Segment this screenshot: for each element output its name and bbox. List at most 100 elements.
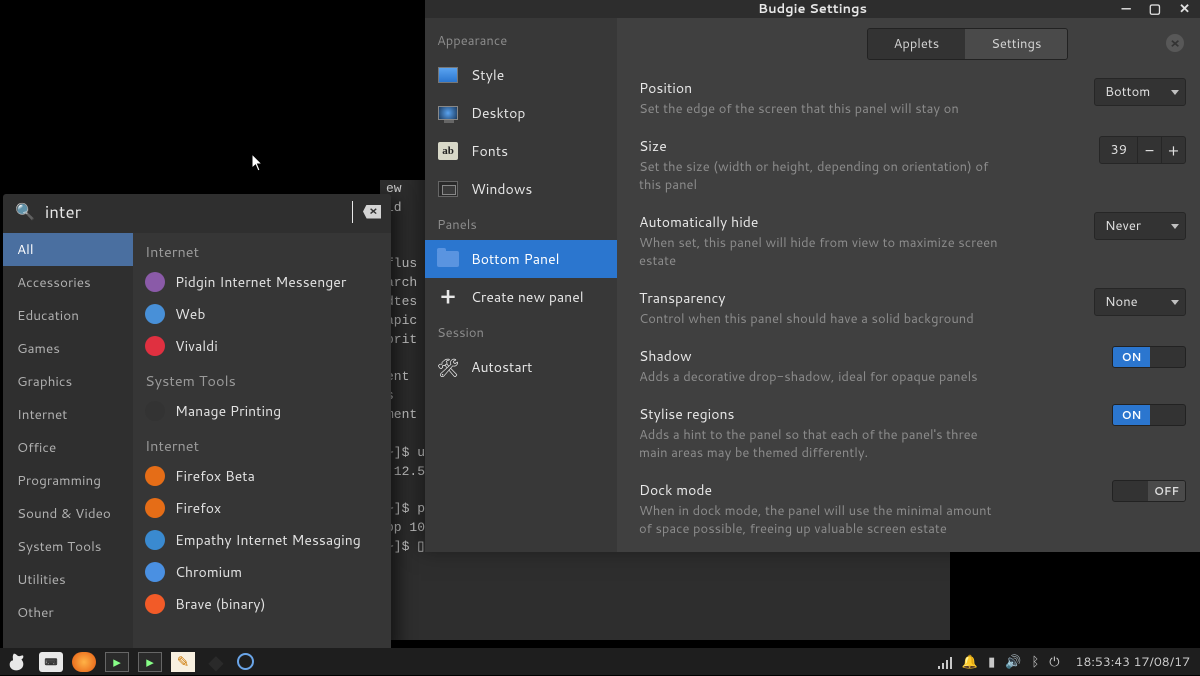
monitor-icon xyxy=(438,106,458,120)
category-list: AllAccessoriesEducationGamesGraphicsInte… xyxy=(3,233,133,650)
category-item[interactable]: Accessories xyxy=(3,266,133,299)
search-icon: 🔍 xyxy=(15,200,35,223)
taskbar-editor-icon[interactable]: ✎ xyxy=(171,652,195,672)
result-item[interactable]: Vivaldi xyxy=(133,330,391,362)
maximize-button[interactable]: ▢ xyxy=(1149,0,1161,18)
folder-icon xyxy=(437,251,459,267)
result-item[interactable]: Brave (binary) xyxy=(133,588,391,620)
dock-toggle[interactable]: ONOFF xyxy=(1112,480,1186,502)
size-increment[interactable]: + xyxy=(1161,137,1185,163)
cursor-icon xyxy=(251,153,265,173)
sidebar-item-fonts[interactable]: abFonts xyxy=(425,132,617,170)
category-item[interactable]: Programming xyxy=(3,464,133,497)
results-section-header: System Tools xyxy=(133,362,391,395)
row-stylise: Stylise regionsAdds a hint to the panel … xyxy=(639,404,1186,462)
taskbar-firefox-icon[interactable] xyxy=(72,652,96,672)
results-list: Internet Pidgin Internet Messenger Web Viva… xyxy=(133,233,391,650)
app-icon xyxy=(145,530,165,550)
sidebar-item-desktop[interactable]: Desktop xyxy=(425,94,617,132)
taskbar-terminal2-icon[interactable]: ▸ xyxy=(138,652,162,672)
results-section-header: Internet xyxy=(133,427,391,460)
row-dock: Dock modeWhen in dock mode, the panel wi… xyxy=(639,480,1186,538)
app-icon xyxy=(145,594,165,614)
result-label: Brave (binary) xyxy=(175,594,266,614)
taskbar-chromium-icon[interactable] xyxy=(237,653,254,670)
tab-applets[interactable]: Applets xyxy=(868,29,966,59)
category-item[interactable]: Education xyxy=(3,299,133,332)
volume-icon[interactable]: 🔊 xyxy=(1005,653,1021,671)
result-label: Manage Printing xyxy=(175,401,281,421)
result-label: Chromium xyxy=(175,562,242,582)
windows-icon xyxy=(438,181,458,197)
result-label: Web xyxy=(175,304,205,324)
size-decrement[interactable]: − xyxy=(1137,137,1161,163)
settings-main: Applets Settings × PositionSet the edge … xyxy=(617,18,1200,552)
row-position: PositionSet the edge of the screen that … xyxy=(639,78,1186,118)
autohide-combo[interactable]: Never xyxy=(1094,212,1186,240)
result-label: Pidgin Internet Messenger xyxy=(175,272,346,292)
tools-icon: 🛠 xyxy=(437,356,459,378)
position-combo[interactable]: Bottom xyxy=(1094,78,1186,106)
minimize-button[interactable]: — xyxy=(1121,0,1130,18)
result-item[interactable]: Pidgin Internet Messenger xyxy=(133,266,391,298)
sidebar-item-windows[interactable]: Windows xyxy=(425,170,617,208)
power-icon[interactable]: ⏻ xyxy=(1049,653,1059,671)
category-item[interactable]: System Tools xyxy=(3,530,133,563)
plus-icon: + xyxy=(437,286,459,308)
taskbar: ⌨ ▸ ▸ ✎ ◆ 🔔 ▮ 🔊 ᛒ ⏻ 18:53:43 17/08/17 xyxy=(0,648,1200,675)
category-item[interactable]: Other xyxy=(3,596,133,629)
tab-settings[interactable]: Settings xyxy=(965,29,1067,59)
start-menu-icon[interactable] xyxy=(6,652,30,672)
result-item[interactable]: Firefox xyxy=(133,492,391,524)
sidebar-item-create-panel[interactable]: +Create new panel xyxy=(425,278,617,316)
taskbar-inkscape-icon[interactable]: ◆ xyxy=(204,652,228,672)
taskbar-keyboard-icon[interactable]: ⌨ xyxy=(39,652,63,672)
settings-window: Budgie Settings — ▢ ✕ Appearance Style D… xyxy=(425,0,1200,542)
sidebar-section-session: Session xyxy=(425,316,617,348)
font-icon: ab xyxy=(438,142,458,160)
notifications-icon[interactable]: 🔔 xyxy=(962,653,978,671)
wifi-icon[interactable] xyxy=(938,655,952,669)
result-label: Firefox xyxy=(175,498,221,518)
sidebar-section-panels: Panels xyxy=(425,208,617,240)
result-item[interactable]: Chromium xyxy=(133,556,391,588)
app-icon xyxy=(145,304,165,324)
sidebar-section-appearance: Appearance xyxy=(425,24,617,56)
remove-panel-button[interactable]: × xyxy=(1166,34,1184,52)
titlebar[interactable]: Budgie Settings — ▢ ✕ xyxy=(425,0,1200,18)
size-spinner[interactable]: 39−+ xyxy=(1099,136,1186,164)
category-item[interactable]: Office xyxy=(3,431,133,464)
category-item[interactable]: Utilities xyxy=(3,563,133,596)
app-icon xyxy=(145,562,165,582)
result-item[interactable]: Empathy Internet Messaging xyxy=(133,524,391,556)
category-item[interactable]: Internet xyxy=(3,398,133,431)
tab-switcher: Applets Settings xyxy=(867,28,1069,60)
stylise-toggle[interactable]: ONOFF xyxy=(1112,404,1186,426)
search-row: 🔍 inter xyxy=(3,194,391,233)
bluetooth-icon[interactable]: ᛒ xyxy=(1031,653,1039,671)
category-item[interactable]: Graphics xyxy=(3,365,133,398)
search-input[interactable]: inter xyxy=(45,201,353,223)
result-label: Vivaldi xyxy=(175,336,218,356)
result-item[interactable]: Web xyxy=(133,298,391,330)
battery-icon[interactable]: ▮ xyxy=(988,653,995,671)
transparency-combo[interactable]: None xyxy=(1094,288,1186,316)
taskbar-terminal-icon[interactable]: ▸ xyxy=(105,652,129,672)
sidebar-item-bottom-panel[interactable]: Bottom Panel xyxy=(425,240,617,278)
result-item[interactable]: Firefox Beta xyxy=(133,460,391,492)
category-item[interactable]: Sound & Video xyxy=(3,497,133,530)
category-item[interactable]: Games xyxy=(3,332,133,365)
result-item[interactable]: Manage Printing xyxy=(133,395,391,427)
sidebar-item-style[interactable]: Style xyxy=(425,56,617,94)
result-label: Firefox Beta xyxy=(175,466,255,486)
category-item[interactable]: All xyxy=(3,233,133,266)
window-title: Budgie Settings xyxy=(758,0,867,18)
shadow-toggle[interactable]: ONOFF xyxy=(1112,346,1186,368)
sidebar-item-autostart[interactable]: 🛠Autostart xyxy=(425,348,617,386)
clear-search-icon[interactable] xyxy=(363,205,381,219)
close-button[interactable]: ✕ xyxy=(1179,0,1190,18)
clock[interactable]: 18:53:43 17/08/17 xyxy=(1076,653,1190,671)
row-transparency: TransparencyControl when this panel shou… xyxy=(639,288,1186,328)
row-autohide: Automatically hideWhen set, this panel w… xyxy=(639,212,1186,270)
results-section-header: Internet xyxy=(133,233,391,266)
